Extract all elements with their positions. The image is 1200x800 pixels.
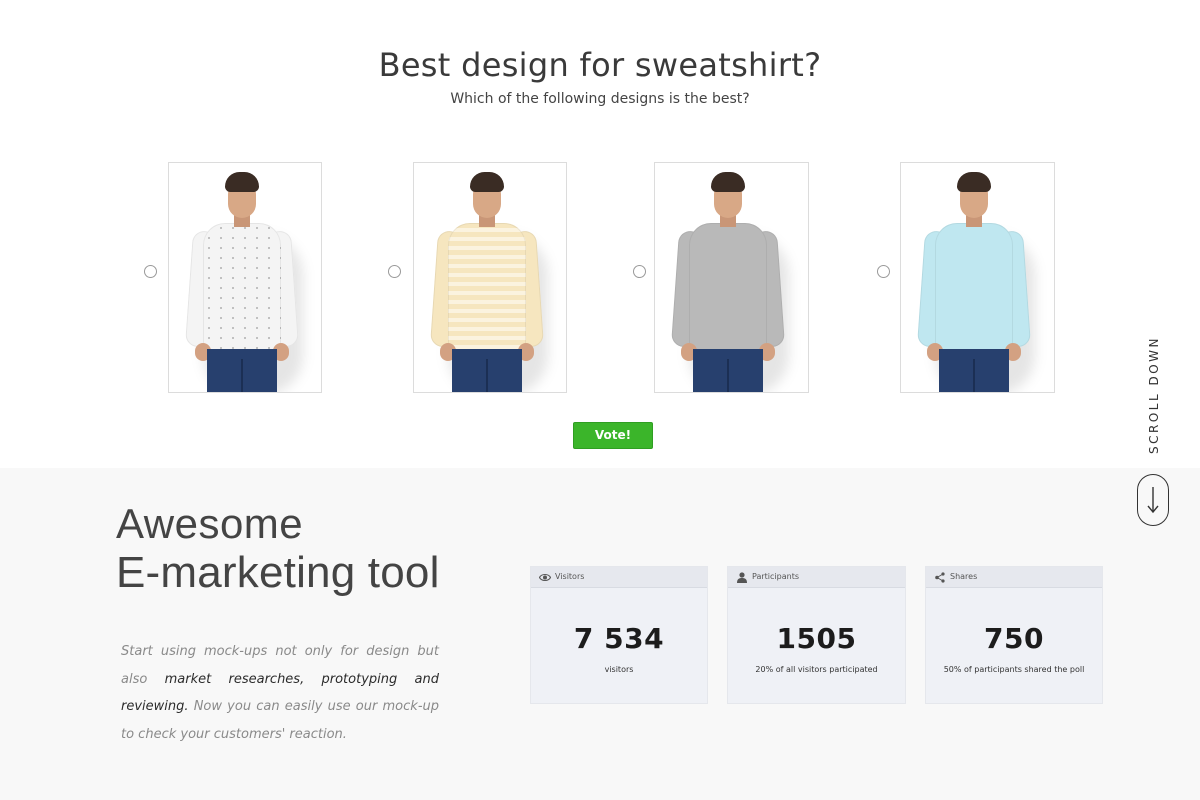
- option-radio[interactable]: [144, 265, 157, 278]
- promo-description: Start using mock-ups not only for design…: [121, 638, 439, 748]
- poll-option-4[interactable]: [877, 162, 1057, 394]
- stat-value: 750: [984, 622, 1044, 655]
- scroll-down-label: SCROLL DOWN: [1141, 330, 1167, 460]
- headline-line-2: E-marketing tool: [116, 548, 440, 597]
- stat-label: Shares: [950, 572, 978, 581]
- stat-card-participants: Participants 1505 20% of all visitors pa…: [727, 566, 906, 704]
- scroll-down-button[interactable]: [1137, 474, 1169, 526]
- headline-line-1: Awesome: [116, 500, 304, 547]
- scroll-down-text: SCROLL DOWN: [1147, 336, 1161, 454]
- stat-card-visitors: Visitors 7 534 visitors: [530, 566, 708, 704]
- poll-subtitle: Which of the following designs is the be…: [450, 91, 750, 107]
- vote-button[interactable]: Vote!: [573, 422, 653, 449]
- arrow-down-icon: [1147, 487, 1159, 514]
- poll-title: Best design for sweatshirt?: [378, 46, 822, 84]
- model-figure: [655, 163, 808, 392]
- stat-card-header: Participants: [728, 567, 905, 588]
- stat-card-header: Shares: [926, 567, 1102, 588]
- poll-option-3[interactable]: [633, 162, 813, 394]
- stat-caption: 20% of all visitors participated: [755, 665, 878, 674]
- stat-value: 7 534: [573, 622, 665, 655]
- share-icon: [935, 572, 945, 583]
- option-radio[interactable]: [388, 265, 401, 278]
- stat-card-header: Visitors: [531, 567, 707, 588]
- option-radio[interactable]: [877, 265, 890, 278]
- stat-caption: visitors: [604, 665, 634, 674]
- design-image[interactable]: [900, 162, 1055, 393]
- poll-option-1[interactable]: [144, 162, 324, 394]
- user-icon: [737, 572, 747, 583]
- stat-label: Visitors: [555, 572, 585, 581]
- stat-card-shares: Shares 750 50% of participants shared th…: [925, 566, 1103, 704]
- eye-icon: [539, 573, 551, 582]
- stat-caption: 50% of participants shared the poll: [943, 665, 1085, 674]
- stat-label: Participants: [752, 572, 799, 581]
- design-image[interactable]: [654, 162, 809, 393]
- option-radio[interactable]: [633, 265, 646, 278]
- design-image[interactable]: [413, 162, 567, 393]
- design-image[interactable]: [168, 162, 322, 393]
- stat-value: 1505: [776, 622, 857, 655]
- model-figure: [169, 163, 321, 392]
- poll-option-2[interactable]: [388, 162, 568, 394]
- model-figure: [901, 163, 1054, 392]
- model-figure: [414, 163, 566, 392]
